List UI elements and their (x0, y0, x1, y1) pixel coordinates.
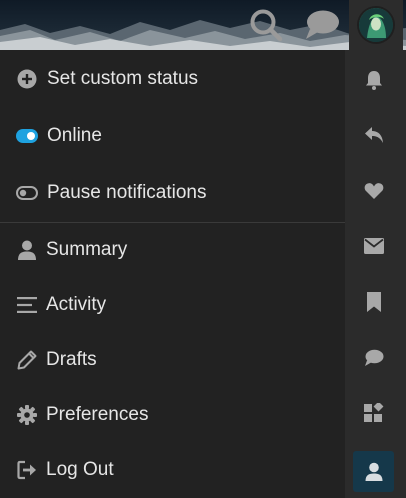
user-icon (16, 239, 38, 261)
avatar-image (359, 8, 393, 42)
widgets-icon (364, 403, 384, 422)
header-background (0, 20, 406, 50)
drafts-label: Drafts (46, 349, 97, 370)
activity-item[interactable]: Activity (0, 277, 345, 333)
pause-notifications-label: Pause notifications (47, 182, 207, 203)
user-icon (365, 462, 382, 481)
user-avatar (359, 8, 393, 42)
gear-icon (16, 404, 38, 426)
toggle-on-icon (16, 125, 38, 147)
summary-item[interactable]: Summary (0, 222, 345, 278)
envelope-icon (364, 238, 384, 254)
bell-icon (366, 71, 382, 90)
preferences-label: Preferences (46, 404, 149, 425)
chat-tab[interactable] (345, 338, 403, 378)
bars-icon (16, 294, 38, 316)
heart-icon (364, 183, 384, 199)
chat-icon (306, 10, 339, 39)
bookmarks-tab[interactable] (345, 282, 403, 322)
quick-access-rail (345, 50, 406, 498)
drafts-item[interactable]: Drafts (0, 332, 345, 388)
likes-tab[interactable] (345, 171, 403, 211)
search-icon (250, 9, 283, 42)
profile-tab[interactable] (353, 451, 394, 492)
sign-out-icon (16, 459, 38, 481)
summary-label: Summary (46, 239, 128, 260)
more-tab[interactable] (345, 393, 403, 433)
messages-tab[interactable] (345, 226, 403, 266)
set-custom-status-label: Set custom status (47, 68, 199, 89)
user-menu-panel: Set custom status Online Pause notificat… (0, 50, 345, 498)
online-status-item[interactable]: Online (0, 108, 345, 164)
search-button[interactable] (246, 0, 286, 50)
replies-tab[interactable] (345, 115, 403, 155)
log-out-label: Log Out (46, 459, 114, 480)
pause-notifications-item[interactable]: Pause notifications (0, 165, 345, 221)
chat-button[interactable] (300, 0, 344, 50)
pencil-icon (16, 349, 38, 371)
bookmark-icon (367, 292, 381, 312)
reply-icon (365, 127, 383, 143)
notifications-tab[interactable] (345, 60, 403, 100)
toggle-off-icon (16, 182, 38, 204)
header (0, 0, 406, 50)
comment-icon (365, 349, 384, 366)
log-out-item[interactable]: Log Out (0, 442, 345, 498)
plus-circle-icon (16, 68, 38, 90)
user-menu-button[interactable] (349, 0, 403, 50)
set-custom-status-item[interactable]: Set custom status (0, 51, 345, 107)
activity-label: Activity (46, 294, 107, 315)
preferences-item[interactable]: Preferences (0, 387, 345, 443)
online-label: Online (47, 125, 102, 146)
